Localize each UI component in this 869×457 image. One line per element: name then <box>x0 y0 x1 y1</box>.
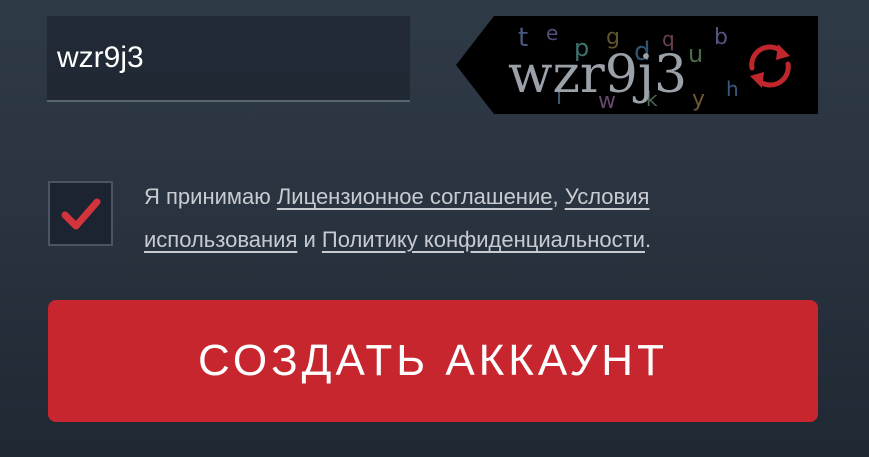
terms-conjunction: и <box>297 227 322 252</box>
terms-separator: , <box>552 184 565 209</box>
terms-checkbox[interactable] <box>48 181 113 246</box>
privacy-policy-link[interactable]: Политику конфиденциальности <box>322 227 645 252</box>
captcha-image-text: wzr9j3 <box>508 45 687 105</box>
captcha-refresh-button[interactable] <box>740 36 800 96</box>
license-agreement-link[interactable]: Лицензионное соглашение <box>277 184 553 209</box>
svg-text:b: b <box>714 25 728 50</box>
checkmark-icon <box>61 198 101 230</box>
captcha-field <box>47 16 410 102</box>
terms-suffix: . <box>644 227 652 252</box>
terms-prefix: Я принимаю <box>144 184 277 209</box>
svg-text:h: h <box>726 77 739 101</box>
svg-text:e: e <box>546 21 558 45</box>
refresh-icon <box>749 44 791 88</box>
create-account-button[interactable]: СОЗДАТЬ АККАУНТ <box>48 300 818 422</box>
svg-text:u: u <box>688 40 703 68</box>
captcha-input[interactable] <box>47 16 410 100</box>
svg-text:y: y <box>692 87 705 112</box>
terms-text: Я принимаю Лицензионное соглашение, Усло… <box>144 175 784 261</box>
